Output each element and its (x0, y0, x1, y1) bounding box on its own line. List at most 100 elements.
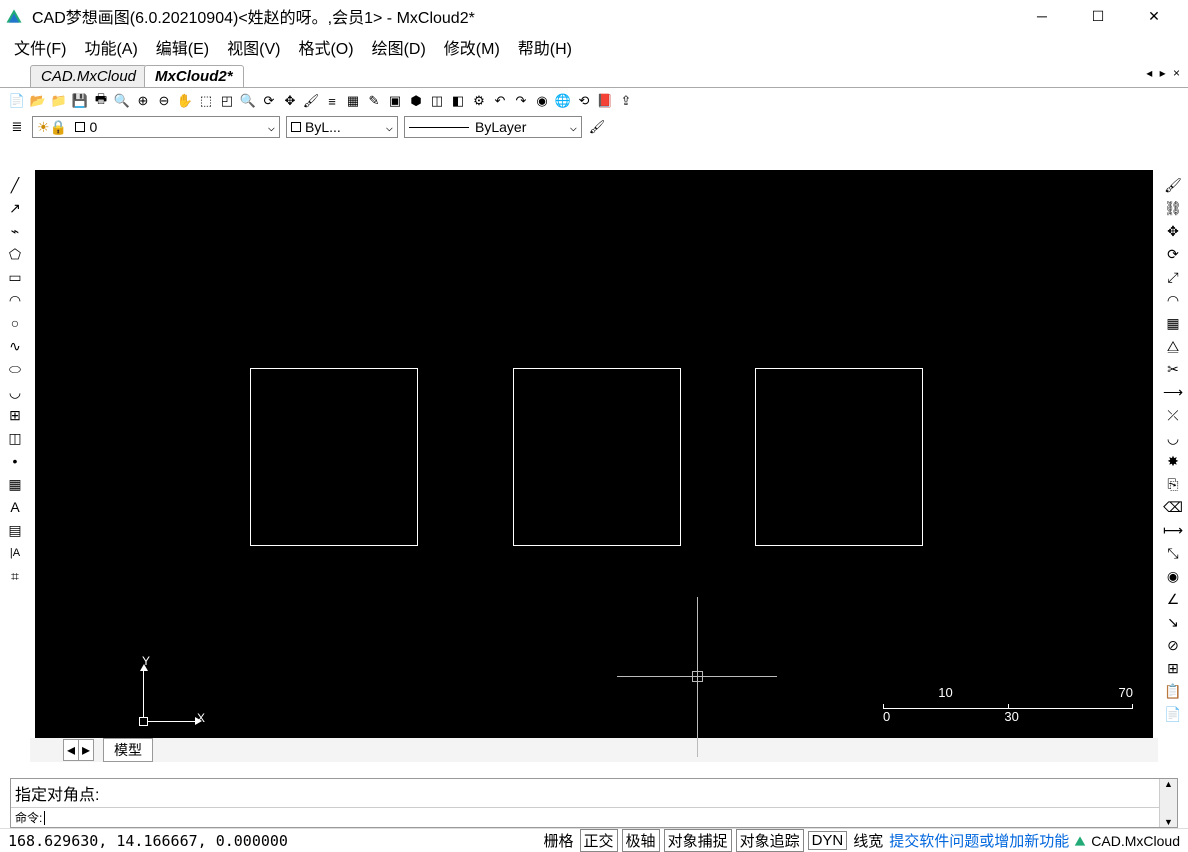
zoom-in-icon[interactable]: ⊕ (134, 92, 152, 110)
layout-next-icon[interactable]: ▸ (78, 739, 94, 761)
ellipse-icon[interactable]: ⬭ (4, 358, 26, 380)
rectangle-icon[interactable]: ▭ (4, 266, 26, 288)
save-icon[interactable]: 💾 (71, 92, 89, 110)
spline-icon[interactable]: ∿ (4, 335, 26, 357)
linetype-brush-icon[interactable]: 🖌 (588, 118, 606, 136)
clipboard-icon[interactable]: 📋 (1162, 680, 1184, 702)
status-osnap[interactable]: 对象捕捉 (664, 829, 732, 852)
tool3-icon[interactable]: ◧ (449, 92, 467, 110)
fillet-icon[interactable]: ◡ (1162, 427, 1184, 449)
menu-edit[interactable]: 编辑(E) (152, 33, 213, 61)
linetype-dropdown[interactable]: ByLayer (404, 116, 582, 138)
style-icon[interactable]: ✎ (365, 92, 383, 110)
status-otrack[interactable]: 对象追踪 (736, 829, 804, 852)
model-tab[interactable]: 模型 (103, 738, 153, 762)
pdf-icon[interactable]: 📕 (596, 92, 614, 110)
pan-icon[interactable]: ✋ (176, 92, 194, 110)
dim-angle-icon[interactable]: ∠ (1162, 588, 1184, 610)
dim-linear-icon[interactable]: ⟼ (1162, 519, 1184, 541)
scale-icon[interactable]: ⤢ (1162, 266, 1184, 288)
print-icon[interactable]: 🖶 (92, 92, 110, 110)
brush2-icon[interactable]: 🖌 (1162, 174, 1184, 196)
arc-icon[interactable]: ◠ (4, 289, 26, 311)
zoom-prev-icon[interactable]: 🔍 (239, 92, 257, 110)
menu-modify[interactable]: 修改(M) (440, 33, 504, 61)
status-polar[interactable]: 极轴 (622, 829, 660, 852)
menu-help[interactable]: 帮助(H) (514, 33, 576, 61)
line-icon[interactable]: ╱ (4, 174, 26, 196)
regen-icon[interactable]: ⟳ (260, 92, 278, 110)
doc-tab-1[interactable]: CAD.MxCloud (30, 65, 147, 87)
copy-icon[interactable]: ⎘ (1162, 473, 1184, 495)
layout-prev-icon[interactable]: ◂ (63, 739, 79, 761)
dim-radius-icon[interactable]: ◉ (1162, 565, 1184, 587)
command-scrollbar[interactable]: ▲▼ (1159, 779, 1177, 827)
layer-manager-icon[interactable]: ≣ (8, 118, 26, 136)
region-icon[interactable]: ⌗ (4, 565, 26, 587)
link-icon[interactable]: ⛓ (1162, 197, 1184, 219)
hatch-icon[interactable]: ▦ (344, 92, 362, 110)
point-icon[interactable]: • (4, 450, 26, 472)
status-grid[interactable]: 栅格 (542, 830, 576, 851)
array-icon[interactable]: ▦ (1162, 312, 1184, 334)
text-single-icon[interactable]: A (4, 496, 26, 518)
menu-function[interactable]: 功能(A) (80, 33, 141, 61)
mirror-icon[interactable]: ⧋ (1162, 335, 1184, 357)
polyline-icon[interactable]: ⌁ (4, 220, 26, 242)
zoom-out-icon[interactable]: ⊖ (155, 92, 173, 110)
status-lwt[interactable]: 线宽 (851, 830, 885, 851)
extend-icon[interactable]: ⟶ (1162, 381, 1184, 403)
circle-icon[interactable]: ○ (4, 312, 26, 334)
tab-nav-buttons[interactable]: ◂ ▸ × (1146, 66, 1182, 80)
paste-icon[interactable]: 📄 (1162, 703, 1184, 725)
maximize-button[interactable]: ☐ (1080, 2, 1116, 30)
layer-dropdown[interactable]: ☀🔒 0 (32, 116, 280, 138)
refresh-icon[interactable]: ⟲ (575, 92, 593, 110)
dim-dia-icon[interactable]: ⊘ (1162, 634, 1184, 656)
dim-align-icon[interactable]: ⤡ (1162, 542, 1184, 564)
hatch2-icon[interactable]: ▦ (4, 473, 26, 495)
rotate-icon[interactable]: ⟳ (1162, 243, 1184, 265)
trim-icon[interactable]: ✂ (1162, 358, 1184, 380)
feedback-link[interactable]: 提交软件问题或增加新功能 (889, 830, 1069, 851)
zoom-icon[interactable]: 🔍 (113, 92, 131, 110)
table-icon[interactable]: ▤ (4, 519, 26, 541)
drawing-canvas[interactable]: Y X 1070 030 (35, 170, 1153, 738)
web-icon[interactable]: 🌐 (554, 92, 572, 110)
tolerance-icon[interactable]: ⊞ (1162, 657, 1184, 679)
block-make-icon[interactable]: ◫ (4, 427, 26, 449)
new-icon[interactable]: 📄 (8, 92, 26, 110)
menu-draw[interactable]: 绘图(D) (368, 33, 430, 61)
menu-view[interactable]: 视图(V) (223, 33, 284, 61)
tool1-icon[interactable]: ⬢ (407, 92, 425, 110)
doc-tab-2[interactable]: MxCloud2* (144, 65, 244, 87)
layers-icon[interactable]: ≡ (323, 92, 341, 110)
polygon-icon[interactable]: ⬠ (4, 243, 26, 265)
close-button[interactable]: ✕ (1136, 2, 1172, 30)
redo-icon[interactable]: ↷ (512, 92, 530, 110)
leader-icon[interactable]: ↘ (1162, 611, 1184, 633)
xline-icon[interactable]: ↗ (4, 197, 26, 219)
zoom-window-icon[interactable]: ⬚ (197, 92, 215, 110)
color-dropdown[interactable]: ByL... (286, 116, 398, 138)
tool2-icon[interactable]: ◫ (428, 92, 446, 110)
tool4-icon[interactable]: ⚙ (470, 92, 488, 110)
move-icon[interactable]: ✥ (281, 92, 299, 110)
undo-icon[interactable]: ↶ (491, 92, 509, 110)
status-ortho[interactable]: 正交 (580, 829, 618, 852)
block-icon[interactable]: ▣ (386, 92, 404, 110)
erase-icon[interactable]: ⌫ (1162, 496, 1184, 518)
open-icon[interactable]: 📂 (29, 92, 47, 110)
explode-icon[interactable]: ✸ (1162, 450, 1184, 472)
break-icon[interactable]: ⤫ (1162, 404, 1184, 426)
minimize-button[interactable]: ─ (1024, 2, 1060, 30)
insert-icon[interactable]: ⊞ (4, 404, 26, 426)
export-icon[interactable]: ⇪ (617, 92, 635, 110)
status-dyn[interactable]: DYN (808, 831, 848, 850)
folder-icon[interactable]: 📁 (50, 92, 68, 110)
command-input[interactable]: 命令: (11, 808, 1177, 827)
brush-icon[interactable]: 🖌 (302, 92, 320, 110)
offset-icon[interactable]: ◠ (1162, 289, 1184, 311)
ellipse-arc-icon[interactable]: ◡ (4, 381, 26, 403)
menu-file[interactable]: 文件(F) (10, 33, 70, 61)
